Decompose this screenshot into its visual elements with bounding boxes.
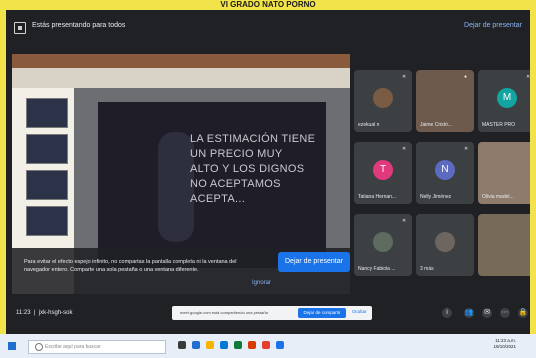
participant-tile[interactable]: ✕ ezekual n xyxy=(354,70,412,132)
edge-icon[interactable] xyxy=(192,341,200,349)
sharing-bar: meet.google.com está compartiendo una pe… xyxy=(172,306,372,320)
slide-thumbnail xyxy=(26,98,68,128)
host-controls-icon[interactable]: 🔒 xyxy=(518,308,528,318)
avatar xyxy=(373,232,393,252)
word-icon[interactable] xyxy=(276,341,284,349)
slide-text-line: UN PRECIO MUY xyxy=(190,148,283,160)
slide-text: LA ESTIMACIÓN TIENE UN PRECIO MUY ALTO Y… xyxy=(190,132,320,207)
taskbar-search[interactable]: Escribe aquí para buscar xyxy=(28,340,166,354)
participant-name: ezekual n xyxy=(358,122,380,128)
avatar-group xyxy=(435,232,455,252)
slide-figure xyxy=(158,132,194,242)
clock-date: 19/10/2021 xyxy=(493,344,516,349)
slide-text-line: ACEPTA... xyxy=(190,193,246,205)
store-icon[interactable] xyxy=(220,341,228,349)
participant-name: Jaime Cristó... xyxy=(420,122,452,128)
participant-tile[interactable]: ✕ T Tatiana Hernan... xyxy=(354,142,412,204)
sharing-text: meet.google.com está compartiendo una pe… xyxy=(180,310,268,315)
slide-thumbnail xyxy=(26,134,68,164)
slide-text-line: ALTO Y LOS DIGNOS xyxy=(190,163,305,175)
avatar: N xyxy=(435,160,455,180)
participant-tile[interactable]: 3 más xyxy=(416,214,474,276)
windows-taskbar: Escribe aquí para buscar 11:23 a.m. 19/1… xyxy=(0,334,536,358)
speaking-icon: ● xyxy=(464,74,468,80)
participant-tile[interactable]: ● Jaime Cristó... xyxy=(416,70,474,132)
info-icon[interactable]: i xyxy=(442,308,452,318)
current-slide: LA ESTIMACIÓN TIENE UN PRECIO MUY ALTO Y… xyxy=(98,102,326,268)
meeting-info: 11:23 | jxk-hsgh-sok xyxy=(16,310,73,316)
excel-icon[interactable] xyxy=(234,341,242,349)
warning-text: Para evitar el efecto espejo infinito, n… xyxy=(24,259,237,273)
participant-tile[interactable] xyxy=(478,214,530,276)
muted-mic-icon: ✕ xyxy=(402,74,407,80)
present-screen-icon xyxy=(14,22,26,34)
powerpoint-titlebar xyxy=(12,54,350,68)
avatar: M xyxy=(497,88,517,108)
search-placeholder: Escribe aquí para buscar xyxy=(45,344,101,350)
muted-mic-icon: ✕ xyxy=(526,74,530,80)
powerpoint-icon[interactable] xyxy=(248,341,256,349)
participant-name: MASTER PRO xyxy=(482,122,516,128)
muted-mic-icon: ✕ xyxy=(402,146,407,152)
avatar xyxy=(373,88,393,108)
participant-tile[interactable]: Olivia madel... xyxy=(478,142,530,204)
start-icon[interactable] xyxy=(8,342,16,350)
chrome-icon[interactable] xyxy=(262,341,270,349)
slide-thumbnail xyxy=(26,206,68,236)
search-icon xyxy=(35,343,43,351)
meeting-code: jxk-hsgh-sok xyxy=(38,310,73,316)
participant-name: Nancy Fabiola ... xyxy=(358,266,396,272)
ignore-button[interactable]: Ignorar xyxy=(252,280,271,286)
participant-name: Olivia madel... xyxy=(482,194,514,200)
chat-icon[interactable]: ✉ xyxy=(482,308,492,318)
stop-presenting-link[interactable]: Dejar de presentar xyxy=(464,22,522,29)
muted-mic-icon: ✕ xyxy=(464,146,469,152)
system-clock: 11:23 a.m. 19/10/2021 xyxy=(493,338,516,350)
participant-tile[interactable]: ✕ N Nelly Jiménez xyxy=(416,142,474,204)
muted-mic-icon: ✕ xyxy=(402,218,407,224)
participant-name: Tatiana Hernan... xyxy=(358,194,397,200)
stop-presenting-button[interactable]: Dejar de presentar xyxy=(278,252,350,272)
participant-tile[interactable]: ✕ Nancy Fabiola ... xyxy=(354,214,412,276)
meeting-time: 11:23 xyxy=(16,310,31,316)
participant-tile[interactable]: ✕ M MASTER PRO xyxy=(478,70,530,132)
presenting-title: Estás presentando para todos xyxy=(32,22,126,29)
participant-name: 3 más xyxy=(420,266,434,272)
presenting-banner: Estás presentando para todos Dejar de pr… xyxy=(6,16,530,40)
avatar: T xyxy=(373,160,393,180)
people-icon[interactable]: 👥 xyxy=(464,308,474,318)
powerpoint-ribbon xyxy=(12,68,350,88)
stop-sharing-button[interactable]: Dejar de compartir xyxy=(298,308,346,318)
participant-name: Nelly Jiménez xyxy=(420,194,452,200)
slide-thumbnail xyxy=(26,170,68,200)
top-caption: VI GRADO NATO PORNO xyxy=(220,0,316,9)
task-view-icon[interactable] xyxy=(178,341,186,349)
infinite-mirror-warning: Para evitar el efecto espejo infinito, n… xyxy=(12,248,350,294)
explorer-icon[interactable] xyxy=(206,341,214,349)
activities-icon[interactable]: ⋯ xyxy=(500,308,510,318)
slide-text-line: NO ACEPTAMOS xyxy=(190,178,281,190)
hide-bar-button[interactable]: Ocultar xyxy=(352,309,367,314)
slide-text-line: LA ESTIMACIÓN TIENE xyxy=(190,133,316,145)
